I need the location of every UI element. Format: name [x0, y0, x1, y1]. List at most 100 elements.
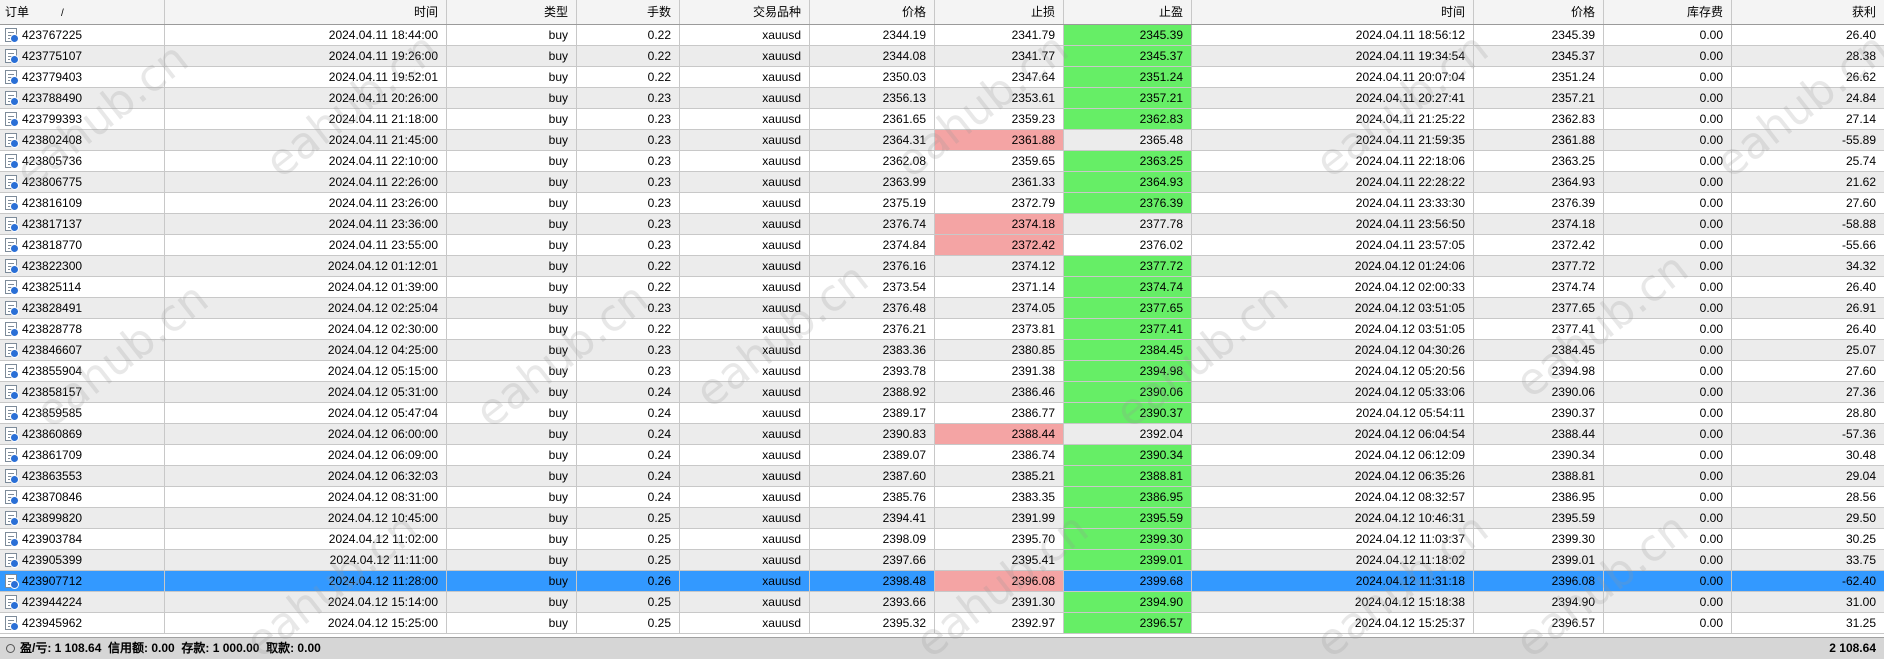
table-row[interactable]: 423799393 2024.04.11 21:18:00 buy 0.23 xauus…	[0, 109, 1884, 130]
lots-cell: 0.22	[577, 46, 680, 66]
table-row[interactable]: 423855904 2024.04.12 05:15:00 buy 0.23 xauus…	[0, 361, 1884, 382]
table-row[interactable]: 423945962 2024.04.12 15:25:00 buy 0.25 xauus…	[0, 613, 1884, 634]
stop-loss-cell: 2395.70	[935, 529, 1064, 549]
table-row[interactable]: 423944224 2024.04.12 15:14:00 buy 0.25 xauus…	[0, 592, 1884, 613]
order-cell: 423907712	[0, 571, 165, 591]
col-header-stop-loss[interactable]: 止损	[935, 0, 1064, 24]
close-price-cell: 2399.01	[1474, 550, 1604, 570]
swap-cell: 0.00	[1604, 109, 1732, 129]
table-row[interactable]: 423846607 2024.04.12 04:25:00 buy 0.23 xauus…	[0, 340, 1884, 361]
col-header-type[interactable]: 类型	[447, 0, 577, 24]
lots-cell: 0.22	[577, 25, 680, 45]
open-time-cell: 2024.04.12 02:25:04	[165, 298, 447, 318]
table-row[interactable]: 423907712 2024.04.12 11:28:00 buy 0.26 xauus…	[0, 571, 1884, 592]
close-time-cell: 2024.04.12 15:18:38	[1192, 592, 1474, 612]
table-row[interactable]: 423905399 2024.04.12 11:11:00 buy 0.25 xauus…	[0, 550, 1884, 571]
type-cell: buy	[447, 571, 577, 591]
profit-cell: 33.75	[1845, 553, 1876, 567]
table-row[interactable]: 423828778 2024.04.12 02:30:00 buy 0.22 xauus…	[0, 319, 1884, 340]
order-number: 423945962	[22, 616, 83, 630]
close-time-cell: 2024.04.12 06:35:26	[1192, 466, 1474, 486]
order-number: 423905399	[22, 553, 83, 567]
open-price-cell: 2376.74	[810, 214, 935, 234]
table-row[interactable]: 423775107 2024.04.11 19:26:00 buy 0.22 xauus…	[0, 46, 1884, 67]
stop-loss-cell: 2347.64	[935, 67, 1064, 87]
type-cell: buy	[447, 130, 577, 150]
table-row[interactable]: 423870846 2024.04.12 08:31:00 buy 0.24 xauus…	[0, 487, 1884, 508]
profit-cell: 31.25	[1845, 616, 1876, 630]
table-row[interactable]: 423861709 2024.04.12 06:09:00 buy 0.24 xauus…	[0, 445, 1884, 466]
close-price-cell: 2377.41	[1474, 319, 1604, 339]
table-row[interactable]: 423802408 2024.04.11 21:45:00 buy 0.23 xauus…	[0, 130, 1884, 151]
table-row[interactable]: 423903784 2024.04.12 11:02:00 buy 0.25 xauus…	[0, 529, 1884, 550]
table-row[interactable]: 423767225 2024.04.11 18:44:00 buy 0.22 xauus…	[0, 25, 1884, 46]
table-row[interactable]: 423816109 2024.04.11 23:26:00 buy 0.23 xauus…	[0, 193, 1884, 214]
swap-cell: 0.00	[1604, 613, 1732, 633]
symbol-cell: xauusd	[680, 256, 810, 276]
close-price-cell: 2399.30	[1474, 529, 1604, 549]
table-row[interactable]: 423825114 2024.04.12 01:39:00 buy 0.22 xauus…	[0, 277, 1884, 298]
table-row[interactable]: 423860869 2024.04.12 06:00:00 buy 0.24 xauus…	[0, 424, 1884, 445]
lots-cell: 0.24	[577, 424, 680, 444]
col-header-close-price[interactable]: 价格	[1474, 0, 1604, 24]
close-time-cell: 2024.04.11 23:56:50	[1192, 214, 1474, 234]
table-body: 423767225 2024.04.11 18:44:00 buy 0.22 xauus…	[0, 25, 1884, 634]
take-profit-cell: 2363.25	[1064, 151, 1192, 171]
order-cell: 423828491	[0, 298, 165, 318]
take-profit-cell: 2377.78	[1064, 214, 1192, 234]
symbol-cell: xauusd	[680, 340, 810, 360]
table-row[interactable]: 423828491 2024.04.12 02:25:04 buy 0.23 xauus…	[0, 298, 1884, 319]
document-icon	[5, 469, 19, 484]
table-row[interactable]: 423817137 2024.04.11 23:36:00 buy 0.23 xauus…	[0, 214, 1884, 235]
table-row[interactable]: 423788490 2024.04.11 20:26:00 buy 0.23 xauus…	[0, 88, 1884, 109]
table-row[interactable]: 423806775 2024.04.11 22:26:00 buy 0.23 xauus…	[0, 172, 1884, 193]
open-price-cell: 2376.21	[810, 319, 935, 339]
col-header-close-time[interactable]: 时间	[1192, 0, 1474, 24]
col-header-profit[interactable]: 获利	[1732, 0, 1884, 24]
order-number: 423861709	[22, 448, 83, 462]
col-header-open-time[interactable]: 时间	[165, 0, 447, 24]
open-price-cell: 2395.32	[810, 613, 935, 633]
table-row[interactable]: 423899820 2024.04.12 10:45:00 buy 0.25 xauus…	[0, 508, 1884, 529]
take-profit-cell: 2399.68	[1064, 571, 1192, 591]
order-cell: 423905399	[0, 550, 165, 570]
order-number: 423775107	[22, 49, 83, 63]
summary-total: 2 108.64	[1829, 641, 1876, 655]
symbol-cell: xauusd	[680, 550, 810, 570]
take-profit-cell: 2365.48	[1064, 130, 1192, 150]
take-profit-cell: 2351.24	[1064, 67, 1192, 87]
type-cell: buy	[447, 151, 577, 171]
col-header-open-price[interactable]: 价格	[810, 0, 935, 24]
document-icon	[5, 238, 19, 253]
lots-cell: 0.23	[577, 361, 680, 381]
col-header-take-profit[interactable]: 止盈	[1064, 0, 1192, 24]
open-price-cell: 2361.65	[810, 109, 935, 129]
type-cell: buy	[447, 466, 577, 486]
close-time-cell: 2024.04.12 04:30:26	[1192, 340, 1474, 360]
col-header-symbol[interactable]: 交易品种	[680, 0, 810, 24]
open-time-cell: 2024.04.11 21:45:00	[165, 130, 447, 150]
order-number: 423899820	[22, 511, 83, 525]
col-header-order[interactable]: 订单 /	[0, 0, 165, 24]
close-time-cell: 2024.04.12 05:54:11	[1192, 403, 1474, 423]
table-row[interactable]: 423822300 2024.04.12 01:12:01 buy 0.22 xauus…	[0, 256, 1884, 277]
take-profit-cell: 2384.45	[1064, 340, 1192, 360]
col-header-swap[interactable]: 库存费	[1604, 0, 1732, 24]
order-number: 423828778	[22, 322, 83, 336]
open-time-cell: 2024.04.12 15:25:00	[165, 613, 447, 633]
close-price-cell: 2377.72	[1474, 256, 1604, 276]
bottom-strip	[0, 659, 1884, 670]
lots-cell: 0.23	[577, 235, 680, 255]
order-number: 423863553	[22, 469, 83, 483]
col-header-lots[interactable]: 手数	[577, 0, 680, 24]
table-row[interactable]: 423859585 2024.04.12 05:47:04 buy 0.24 xauus…	[0, 403, 1884, 424]
table-row[interactable]: 423863553 2024.04.12 06:32:03 buy 0.24 xauus…	[0, 466, 1884, 487]
lots-cell: 0.24	[577, 382, 680, 402]
table-row[interactable]: 423818770 2024.04.11 23:55:00 buy 0.23 xauus…	[0, 235, 1884, 256]
close-price-cell: 2396.08	[1474, 571, 1604, 591]
table-row[interactable]: 423779403 2024.04.11 19:52:01 buy 0.22 xauus…	[0, 67, 1884, 88]
table-row[interactable]: 423805736 2024.04.11 22:10:00 buy 0.23 xauus…	[0, 151, 1884, 172]
symbol-cell: xauusd	[680, 277, 810, 297]
table-row[interactable]: 423858157 2024.04.12 05:31:00 buy 0.24 xauus…	[0, 382, 1884, 403]
open-price-cell: 2350.03	[810, 67, 935, 87]
